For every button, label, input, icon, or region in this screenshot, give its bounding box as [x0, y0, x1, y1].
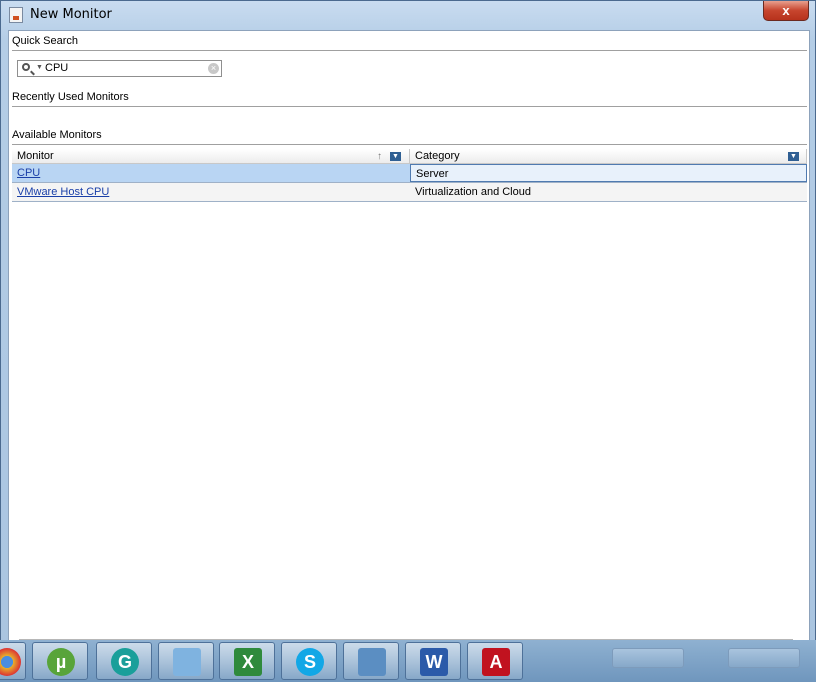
close-button[interactable]: x [763, 1, 809, 21]
taskbar: µ G X S W A [0, 640, 816, 682]
divider [12, 144, 807, 145]
table-row[interactable]: CPU Server [12, 164, 807, 182]
divider [12, 50, 807, 51]
monitor-link[interactable]: CPU [12, 164, 410, 182]
taskbar-utorrent[interactable]: µ [32, 642, 88, 680]
taskbar-notepad[interactable] [158, 642, 214, 680]
divider [12, 106, 807, 107]
excel-icon: X [234, 648, 262, 676]
taskbar-monitor-app[interactable] [343, 642, 399, 680]
window-title: New Monitor [30, 7, 112, 22]
monitors-table: Monitor ↑ ▼ Category ▼ CPU Server VMware… [12, 149, 807, 203]
hidden-dialog-button[interactable] [728, 648, 800, 668]
search-input[interactable]: ▼ CPU × [17, 60, 222, 77]
filter-icon[interactable]: ▼ [390, 152, 401, 161]
table-row[interactable]: VMware Host CPU Virtualization and Cloud [12, 183, 807, 201]
acrobat-icon: A [482, 648, 510, 676]
taskbar-word[interactable]: W [405, 642, 461, 680]
notepad-icon [173, 648, 201, 676]
monitor-link[interactable]: VMware Host CPU [12, 183, 410, 201]
sort-ascending-icon[interactable]: ↑ [377, 149, 382, 164]
taskbar-skype[interactable]: S [281, 642, 337, 680]
taskbar-grammarly[interactable]: G [96, 642, 152, 680]
monitor-app-icon [358, 648, 386, 676]
word-icon: W [420, 648, 448, 676]
hidden-dialog-button[interactable] [612, 648, 684, 668]
recently-used-label: Recently Used Monitors [12, 91, 129, 103]
chrome-icon [0, 648, 21, 676]
available-monitors-label: Available Monitors [12, 129, 102, 141]
new-monitor-window: New Monitor x Quick Search ▼ CPU × Recen… [0, 0, 816, 682]
filter-icon[interactable]: ▼ [788, 152, 799, 161]
utorrent-icon: µ [47, 648, 75, 676]
java-app-icon [9, 7, 23, 23]
quick-search-label: Quick Search [12, 35, 79, 47]
taskbar-chrome[interactable] [0, 642, 26, 680]
title-bar[interactable]: New Monitor x [1, 1, 815, 29]
grammarly-icon: G [111, 648, 139, 676]
row-divider [12, 201, 807, 202]
category-cell[interactable]: Server [410, 164, 807, 182]
taskbar-excel[interactable]: X [219, 642, 275, 680]
skype-icon: S [296, 648, 324, 676]
dialog-content: Quick Search ▼ CPU × Recently Used Monit… [8, 30, 810, 641]
column-header-category[interactable]: Category ▼ [410, 149, 807, 164]
column-header-label: Monitor [17, 150, 54, 162]
category-cell[interactable]: Virtualization and Cloud [410, 183, 807, 201]
column-header-label: Category [415, 150, 460, 162]
column-header-monitor[interactable]: Monitor ↑ ▼ [12, 149, 410, 164]
taskbar-acrobat[interactable]: A [467, 642, 523, 680]
clear-icon[interactable]: × [208, 63, 219, 74]
search-value[interactable]: CPU [45, 62, 68, 74]
chevron-down-icon[interactable]: ▼ [36, 64, 43, 71]
search-icon[interactable] [22, 63, 30, 71]
